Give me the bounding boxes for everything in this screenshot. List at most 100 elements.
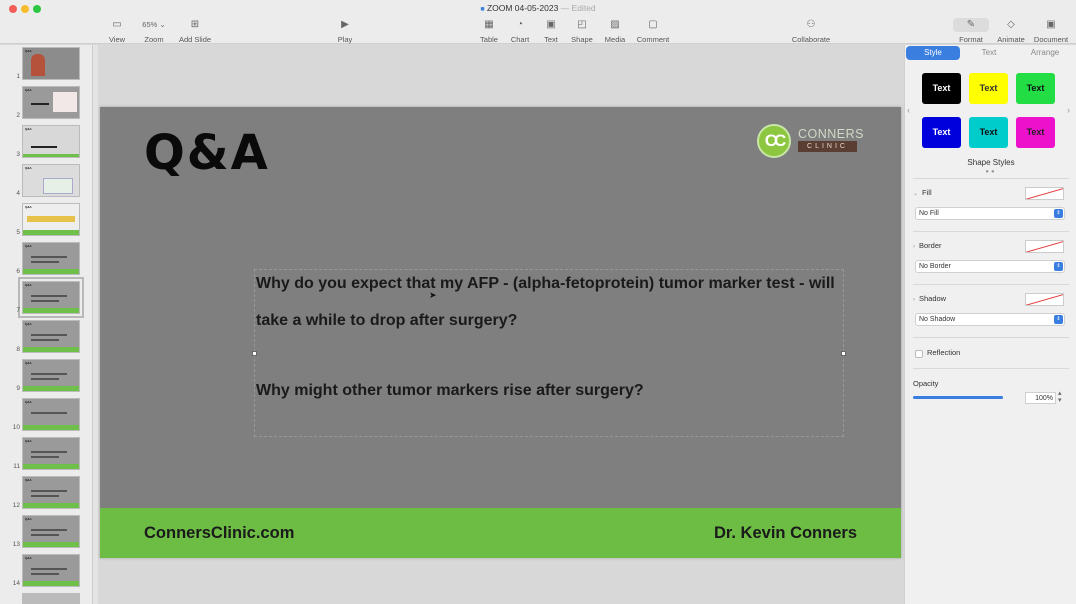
slide-thumbnail-8[interactable]: Q&A — [22, 320, 80, 353]
shape-styles-label: Shape Styles — [967, 158, 1015, 167]
divider — [913, 178, 1069, 179]
comment-button[interactable]: ▢ Comment — [631, 18, 675, 44]
stepper-icon: ⇕ — [1054, 209, 1063, 218]
tab-text[interactable]: Text — [962, 46, 1016, 60]
fill-select[interactable]: No Fill ⇕ — [915, 207, 1065, 220]
slide[interactable]: Q&A CC CONNERS CLINIC Why do you expect … — [100, 107, 901, 558]
fill-section-header[interactable]: ⌄ Fill — [913, 188, 932, 197]
slide-footer: ConnersClinic.com Dr. Kevin Conners — [100, 508, 901, 558]
style-tile-black[interactable]: Text — [922, 73, 961, 104]
reflection-checkbox[interactable] — [915, 350, 923, 358]
slide-thumbnail-13[interactable]: Q&A — [22, 515, 80, 548]
question-1[interactable]: Why do you expect that my AFP - (alpha-f… — [256, 265, 856, 339]
slide-thumbnail-9[interactable]: Q&A — [22, 359, 80, 392]
document-button[interactable]: ▣ Document — [1029, 18, 1073, 44]
slide-number: 11 — [13, 463, 20, 470]
slide-number: 3 — [16, 151, 20, 158]
slide-thumbnail-2[interactable]: Q&A — [22, 86, 80, 119]
add-slide-button[interactable]: ⊞ Add Slide — [173, 18, 217, 44]
slide-thumbnail-10[interactable]: Q&A — [22, 398, 80, 431]
border-color-well[interactable] — [1025, 240, 1064, 253]
resize-handle-left[interactable] — [252, 351, 257, 356]
style-tile-yellow[interactable]: Text — [969, 73, 1008, 104]
comment-icon: ▢ — [648, 19, 658, 30]
chevron-right-icon: › — [913, 244, 915, 250]
style-tile-magenta[interactable]: Text — [1016, 117, 1055, 148]
inspector-tabs: Style Text Arrange — [905, 46, 1076, 60]
fill-color-well[interactable] — [1025, 187, 1064, 200]
slide-number: 1 — [16, 73, 20, 80]
slide-number: 4 — [16, 190, 20, 197]
chevron-down-icon: ⌄ — [913, 191, 919, 197]
slide-number: 6 — [16, 268, 20, 275]
border-section-header[interactable]: › Border — [913, 241, 942, 250]
slide-thumbnail-15[interactable] — [22, 593, 80, 604]
footer-website[interactable]: ConnersClinic.com — [144, 524, 294, 543]
shadow-select[interactable]: No Shadow ⇕ — [915, 313, 1065, 326]
chevron-right-icon: › — [913, 297, 915, 303]
opacity-value-field[interactable]: 100% — [1025, 392, 1056, 404]
format-inspector: Style Text Arrange ‹ › Text Text Text Te… — [904, 45, 1076, 604]
slide-title[interactable]: Q&A — [144, 125, 270, 181]
animate-button[interactable]: ◇ Animate — [989, 18, 1033, 44]
style-tile-green[interactable]: Text — [1016, 73, 1055, 104]
divider — [913, 284, 1069, 285]
opacity-slider-fill — [913, 396, 1003, 399]
chevron-right-icon[interactable]: › — [1067, 105, 1070, 115]
slide-number: 12 — [12, 502, 20, 509]
resize-handle-right[interactable] — [841, 351, 846, 356]
slide-thumbnail-5[interactable]: Q&A — [22, 203, 80, 236]
footer-author[interactable]: Dr. Kevin Conners — [714, 524, 857, 543]
question-2[interactable]: Why might other tumor markers rise after… — [256, 372, 856, 409]
edited-status: Edited — [571, 3, 596, 13]
stepper-icon: ⇕ — [1054, 315, 1063, 324]
play-button[interactable]: ▶ Play — [323, 18, 367, 44]
slide-thumbnail-14[interactable]: Q&A — [22, 554, 80, 587]
document-name: ZOOM 04-05-2023 — [486, 3, 559, 13]
slide-thumbnail-12[interactable]: Q&A — [22, 476, 80, 509]
format-button[interactable]: ✎ Format — [949, 18, 993, 44]
chevron-left-icon[interactable]: ‹ — [907, 105, 910, 115]
mouse-cursor-icon: ➤ — [429, 290, 437, 300]
zoom-value: 65% ⌄ — [142, 20, 166, 29]
add-slide-icon: ⊞ — [190, 19, 200, 30]
slide-thumbnail-1[interactable]: Q&A — [22, 47, 80, 80]
stepper-icon: ⇕ — [1054, 262, 1063, 271]
style-tile-cyan[interactable]: Text — [969, 117, 1008, 148]
slide-number: 5 — [16, 229, 20, 236]
slide-thumbnail-11[interactable]: Q&A — [22, 437, 80, 470]
border-select[interactable]: No Border ⇕ — [915, 260, 1065, 273]
conners-clinic-logo: CC CONNERS CLINIC — [757, 124, 864, 158]
slide-thumbnail-6[interactable]: Q&A — [22, 242, 80, 275]
title-bar: ■ ZOOM 04-05-2023 — Edited ▭ View 65% ⌄ … — [0, 0, 1076, 44]
document-title: ■ ZOOM 04-05-2023 — Edited — [0, 3, 1076, 13]
title-separator: — — [560, 3, 570, 13]
shadow-color-well[interactable] — [1025, 293, 1064, 306]
shadow-section-header[interactable]: › Shadow — [913, 294, 946, 303]
zoom-button[interactable]: 65% ⌄ Zoom — [132, 18, 176, 44]
slide-number: 9 — [16, 385, 20, 392]
logo-name: CONNERS — [798, 127, 865, 141]
page-dots[interactable]: ●● — [984, 169, 998, 175]
tab-style[interactable]: Style — [906, 46, 960, 60]
style-tile-blue[interactable]: Text — [922, 117, 961, 148]
opacity-label: Opacity — [913, 379, 939, 388]
reflection-label: Reflection — [927, 348, 961, 357]
slide-thumbnail-3[interactable]: Q&A — [22, 125, 80, 158]
logo-initials: CC — [757, 124, 791, 158]
slide-number: 2 — [16, 112, 20, 119]
divider — [913, 368, 1069, 369]
slide-number: 10 — [12, 424, 20, 431]
collaborate-icon: ⚇ — [806, 19, 816, 30]
slide-number: 8 — [16, 346, 20, 353]
slide-thumbnail-4[interactable]: Q&A — [22, 164, 80, 197]
slide-thumbnail-7[interactable]: Q&A — [18, 277, 84, 318]
document-icon: ■ — [480, 6, 485, 13]
animate-icon: ◇ — [1007, 19, 1015, 30]
opacity-slider[interactable] — [913, 396, 1003, 399]
collaborate-button[interactable]: ⚇ Collaborate — [789, 18, 833, 44]
tab-arrange[interactable]: Arrange — [1018, 46, 1072, 60]
document-icon: ▣ — [1046, 19, 1056, 30]
play-icon: ▶ — [341, 19, 349, 30]
opacity-stepper[interactable]: ▴ ▾ — [1058, 390, 1062, 404]
